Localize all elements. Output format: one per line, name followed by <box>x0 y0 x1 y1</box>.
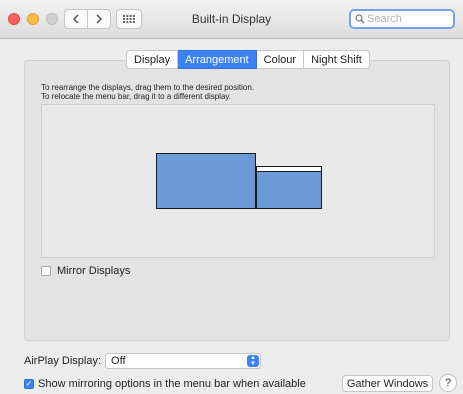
show-mirroring-label: Show mirroring options in the menu bar w… <box>38 378 306 390</box>
tab-bar: Display Arrangement Colour Night Shift <box>126 50 370 69</box>
select-arrows-icon: ▴ ▾ <box>247 354 260 367</box>
airplay-select[interactable]: Off ▴ ▾ <box>105 353 262 369</box>
tab-colour[interactable]: Colour <box>256 50 305 69</box>
help-button[interactable]: ? <box>439 374 457 392</box>
tab-arrangement[interactable]: Arrangement <box>178 50 257 69</box>
display-primary[interactable] <box>156 153 256 209</box>
mirror-displays-row: Mirror Displays <box>41 265 130 277</box>
display-secondary[interactable] <box>256 166 322 209</box>
show-mirroring-checkbox[interactable]: ✓ <box>24 379 34 389</box>
display-arrangement-area <box>41 104 435 258</box>
checkmark-icon: ✓ <box>25 379 33 388</box>
search-icon <box>355 14 365 24</box>
mirror-displays-checkbox[interactable] <box>41 266 51 276</box>
instruction-menubar: To relocate the menu bar, drag it to a d… <box>41 92 232 101</box>
show-mirroring-row: ✓ Show mirroring options in the menu bar… <box>24 378 306 390</box>
mirror-displays-label: Mirror Displays <box>57 265 131 277</box>
airplay-label: AirPlay Display: <box>24 355 102 367</box>
tab-night-shift[interactable]: Night Shift <box>304 50 370 69</box>
title-bar: Built-in Display Search <box>0 0 463 39</box>
tab-display[interactable]: Display <box>126 50 179 69</box>
search-field[interactable]: Search <box>349 9 455 29</box>
arrangement-instructions: To rearrange the displays, drag them to … <box>41 83 254 101</box>
airplay-value: Off <box>111 355 126 367</box>
airplay-row: AirPlay Display: Off ▴ ▾ <box>24 353 262 369</box>
menu-bar-handle[interactable] <box>257 167 321 172</box>
gather-windows-button[interactable]: Gather Windows <box>342 375 433 392</box>
search-placeholder: Search <box>367 13 402 25</box>
instruction-rearrange: To rearrange the displays, drag them to … <box>41 83 255 92</box>
